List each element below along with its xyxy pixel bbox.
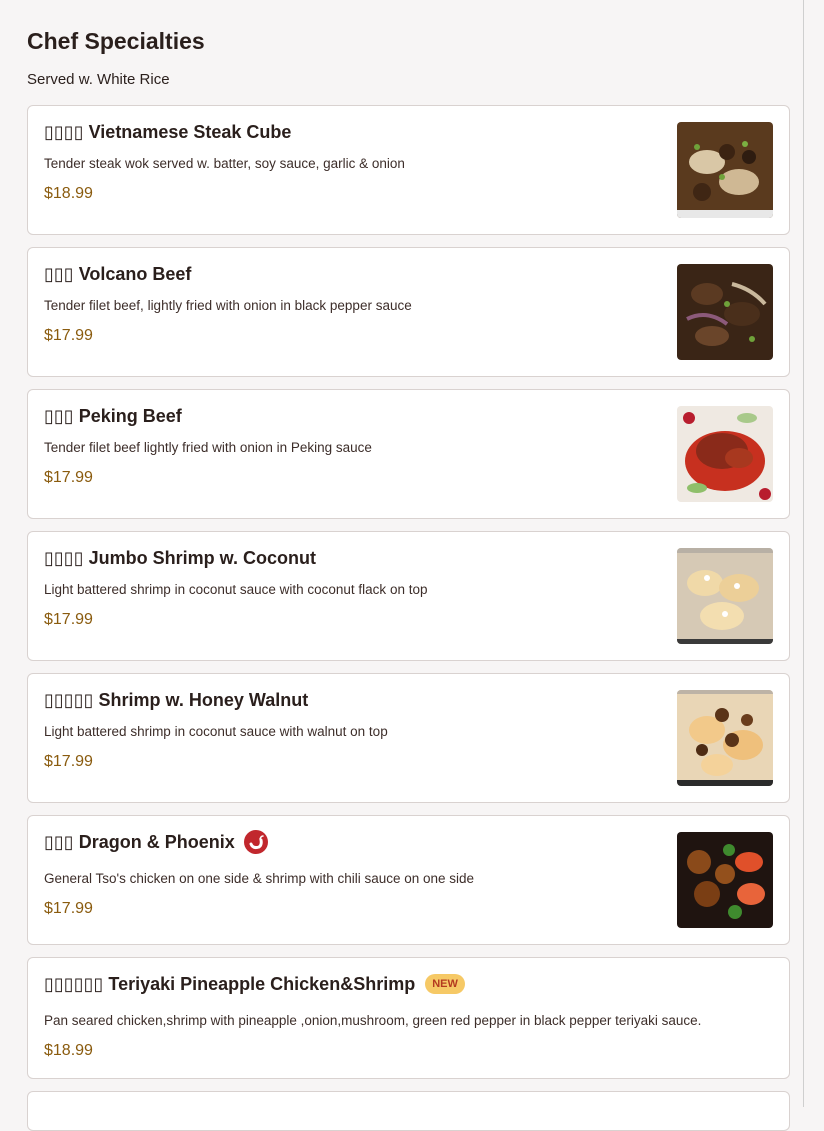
chili-pepper-icon (243, 830, 268, 854)
section-subtitle: Served w. White Rice (27, 71, 170, 88)
menu-item-price: $18.99 (44, 185, 93, 202)
menu-item-description: Tender filet beef lightly fried with oni… (44, 440, 372, 455)
volcano-beef-photo[interactable] (677, 264, 773, 360)
menu-item-card[interactable]: ▯▯▯▯ Jumbo Shrimp w. Coconut Light batte… (27, 531, 790, 661)
menu-item-name: ▯▯▯ Peking Beef (44, 405, 182, 426)
menu-item-name: ▯▯▯▯▯ Shrimp w. Honey Walnut (44, 689, 309, 710)
menu-item-price: $17.99 (44, 611, 93, 628)
menu-item-description: General Tso's chicken on one side & shri… (44, 871, 475, 886)
scrollbar-divider (803, 0, 804, 1107)
menu-item-name: ▯▯▯▯▯▯ Teriyaki Pineapple Chicken&Shrimp (44, 973, 416, 994)
menu-item-description: Pan seared chicken,shrimp with pineapple… (44, 1013, 702, 1028)
section-header: Chef Specialties Served w. White Rice (27, 28, 205, 88)
menu-item-price: $17.99 (44, 900, 93, 917)
menu-item-name: ▯▯▯▯ Vietnamese Steak Cube (44, 121, 292, 142)
menu-item-card[interactable]: ▯▯▯▯▯ Shrimp w. Honey Walnut Light batte… (27, 673, 790, 803)
menu-item-price: $18.99 (44, 1042, 93, 1059)
new-badge: NEW (425, 974, 465, 994)
menu-item-name: ▯▯▯ Dragon & Phoenix (44, 831, 235, 852)
menu-item-price: $17.99 (44, 469, 93, 486)
menu-item-description: Tender filet beef, lightly fried with on… (44, 298, 412, 313)
menu-item-card[interactable]: ▯▯▯ Volcano Beef Tender filet beef, ligh… (27, 247, 790, 377)
menu-item-price: $17.99 (44, 753, 93, 770)
menu-item-card[interactable]: ▯▯▯ Peking Beef Tender filet beef lightl… (27, 389, 790, 519)
dragon-phoenix-photo[interactable] (677, 832, 773, 928)
peking-beef-photo[interactable] (677, 406, 773, 502)
steak-cube-photo[interactable] (677, 122, 773, 218)
section-title: Chef Specialties (27, 28, 205, 54)
menu-item-name: ▯▯▯ Volcano Beef (44, 263, 192, 284)
menu-item-price: $17.99 (44, 327, 93, 344)
menu-item-card[interactable]: ▯▯▯ Dragon & Phoenix General Tso's chick… (27, 815, 790, 945)
menu-item-description: Tender steak wok served w. batter, soy s… (44, 156, 405, 171)
menu-item-card[interactable]: ▯▯▯▯ Vietnamese Steak Cube Tender steak … (27, 105, 790, 235)
menu-item-description: Light battered shrimp in coconut sauce w… (44, 582, 428, 597)
menu-item-card[interactable] (27, 1091, 790, 1131)
menu-item-description: Light battered shrimp in coconut sauce w… (44, 724, 388, 739)
walnut-shrimp-photo[interactable] (677, 690, 773, 786)
coconut-shrimp-photo[interactable] (677, 548, 773, 644)
menu-item-card[interactable]: ▯▯▯▯▯▯ Teriyaki Pineapple Chicken&Shrimp… (27, 957, 790, 1079)
menu-item-name: ▯▯▯▯ Jumbo Shrimp w. Coconut (44, 547, 316, 568)
